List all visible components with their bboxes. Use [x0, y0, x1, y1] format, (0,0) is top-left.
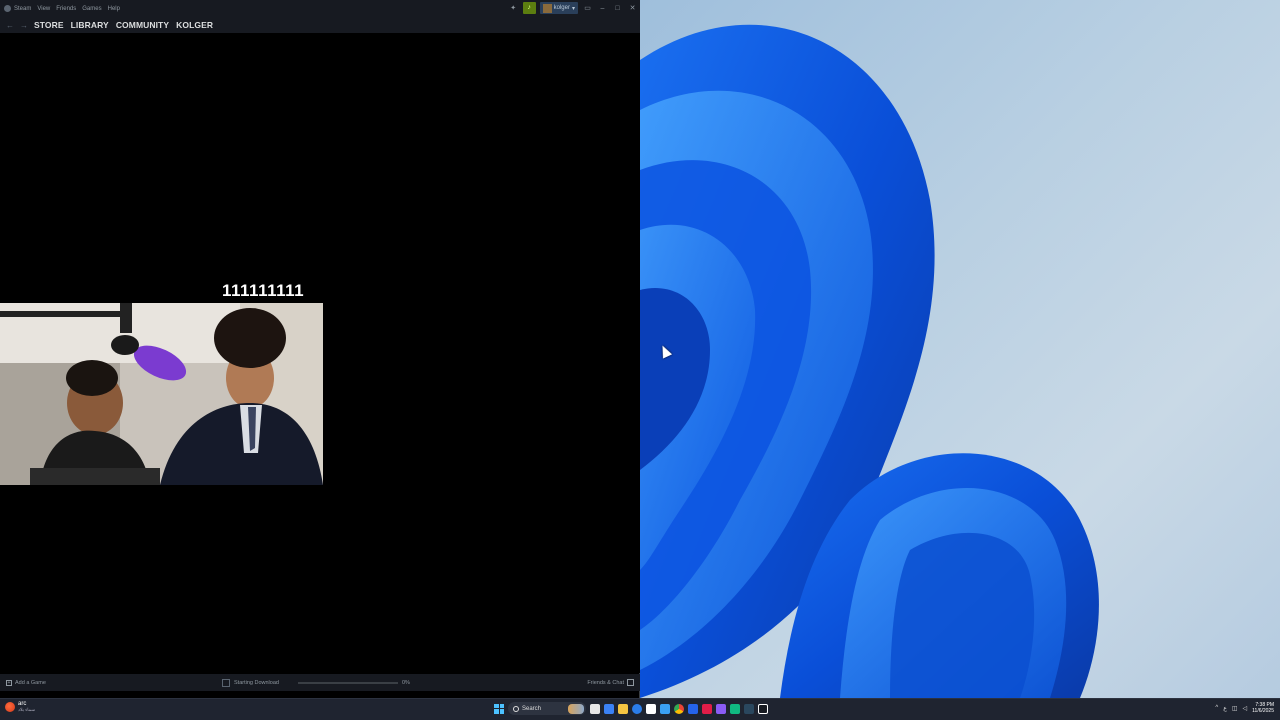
steam-titlebar: Steam View Friends Games Help ✦ ♪ kolger…: [0, 0, 640, 17]
clock-date: 11/6/2025: [1252, 708, 1274, 714]
minimize-button[interactable]: –: [597, 3, 608, 14]
steam-navbar: ← → STORE LIBRARY COMMUNITY KOLGER: [0, 17, 640, 33]
word-icon[interactable]: [688, 703, 698, 714]
volume-icon[interactable]: ◁: [1243, 705, 1248, 712]
steam-logo-icon[interactable]: [4, 5, 11, 12]
system-tray: ^ ع ◫ ◁ 7:38 PM 11/6/2025: [1215, 702, 1274, 714]
green-app-icon[interactable]: [730, 703, 740, 714]
arc-browser-widget[interactable]: arc سماء بلاد: [5, 701, 35, 713]
chrome-icon[interactable]: [674, 703, 684, 714]
search-placeholder: Search: [522, 705, 542, 712]
stream-overlay-text: 111111111: [222, 281, 305, 300]
download-label: Starting Download: [234, 679, 279, 686]
download-icon: [222, 678, 230, 687]
nav-profile[interactable]: KOLGER: [176, 20, 213, 30]
desktop-wallpaper: [640, 0, 1280, 698]
arc-icon: [5, 702, 15, 712]
back-arrow-icon[interactable]: ←: [6, 21, 14, 30]
chevron-down-icon: ▾: [571, 5, 575, 12]
nav-community[interactable]: COMMUNITY: [116, 20, 169, 30]
monitor-icon[interactable]: ▭: [582, 3, 593, 14]
plus-icon: +: [6, 679, 12, 686]
edge-icon[interactable]: [632, 703, 642, 714]
webcam-overlay: [0, 303, 323, 485]
taskbar-clock[interactable]: 7:38 PM 11/6/2025: [1252, 702, 1274, 714]
forward-arrow-icon[interactable]: →: [20, 21, 28, 30]
friends-icon: [627, 679, 634, 686]
widgets-icon[interactable]: [604, 703, 614, 714]
capcut-icon[interactable]: [758, 703, 768, 714]
account-name: kolger: [553, 5, 570, 11]
mail-icon[interactable]: [660, 703, 670, 714]
friends-chat-button[interactable]: Friends & Chat: [587, 679, 634, 686]
menu-view[interactable]: View: [37, 6, 50, 12]
broadcast-icon[interactable]: ✦: [508, 3, 519, 14]
menu-friends[interactable]: Friends: [56, 6, 76, 12]
titlebar-controls: ✦ ♪ kolger ▾ ▭ – □ ✕: [508, 2, 638, 14]
red-app-icon[interactable]: [702, 703, 712, 714]
avatar: [542, 3, 552, 13]
close-button[interactable]: ✕: [627, 3, 638, 14]
nav-library[interactable]: LIBRARY: [71, 20, 109, 30]
account-menu-button[interactable]: kolger ▾: [539, 2, 578, 14]
download-percent: 0%: [402, 679, 410, 686]
arc-subtitle: سماء بلاد: [18, 707, 36, 712]
download-progress-bar: [298, 681, 398, 684]
discord-icon[interactable]: [716, 703, 726, 714]
file-explorer-icon[interactable]: [618, 703, 628, 714]
network-icon[interactable]: ◫: [1232, 705, 1238, 712]
search-icon: [513, 705, 519, 712]
taskbar-center: Search: [494, 702, 768, 715]
windows-taskbar: arc سماء بلاد Search ^ ع ◫ ◁ 7:38 PM 11/…: [0, 698, 1280, 720]
menu-games[interactable]: Games: [82, 6, 101, 12]
tray-overflow-icon[interactable]: ^: [1215, 705, 1218, 711]
input-language-indicator[interactable]: ع: [1223, 705, 1227, 712]
add-game-button[interactable]: + Add a Game: [6, 679, 46, 686]
menu-help[interactable]: Help: [108, 6, 120, 12]
taskbar-search[interactable]: Search: [508, 702, 586, 715]
store-icon[interactable]: [646, 703, 656, 714]
steam-window: Steam View Friends Games Help ✦ ♪ kolger…: [0, 0, 640, 698]
windows-bloom-wallpaper: [640, 24, 1099, 698]
download-status[interactable]: Starting Download 0%: [222, 678, 414, 687]
search-highlight-icon: [568, 703, 584, 714]
task-view-icon[interactable]: [590, 703, 600, 714]
steam-taskbar-icon[interactable]: [744, 703, 754, 714]
maximize-button[interactable]: □: [612, 3, 623, 14]
steam-statusbar: + Add a Game Starting Download 0% Friend…: [0, 674, 640, 691]
menu-steam[interactable]: Steam: [14, 6, 31, 12]
friends-chat-label: Friends & Chat: [587, 679, 624, 686]
webcam-feed-image: [0, 303, 323, 485]
nav-store[interactable]: STORE: [34, 20, 64, 30]
notification-bell-icon[interactable]: ♪: [522, 2, 536, 14]
add-game-label: Add a Game: [15, 679, 46, 686]
windows-start-icon[interactable]: [494, 703, 504, 714]
